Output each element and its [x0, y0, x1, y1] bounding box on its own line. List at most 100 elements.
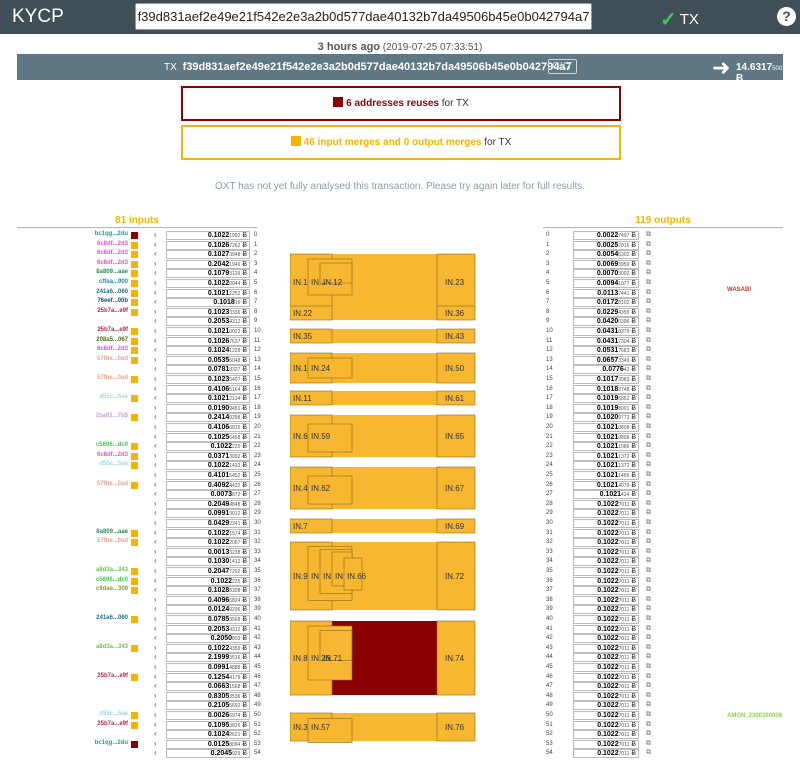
oxt-link-button[interactable]: OXT — [548, 59, 577, 74]
copy-icon[interactable]: ⧉ — [646, 452, 651, 460]
input-address[interactable]: 6c8df...2d3 — [16, 346, 128, 352]
input-address[interactable]: 241a6...060 — [16, 615, 128, 621]
chevron-left-icon[interactable]: ‹ — [154, 422, 157, 431]
input-address[interactable]: d55c...5ae — [16, 461, 128, 467]
chevron-left-icon[interactable]: ‹ — [154, 576, 157, 585]
copy-icon[interactable]: ⧉ — [646, 289, 651, 297]
brand-logo[interactable]: KYCP — [12, 6, 64, 28]
copy-icon[interactable]: ⧉ — [646, 605, 651, 613]
copy-icon[interactable]: ⧉ — [646, 730, 651, 738]
chevron-left-icon[interactable]: ‹ — [154, 316, 157, 325]
input-address[interactable]: 6c8df...2d3 — [16, 452, 128, 458]
copy-icon[interactable]: ⧉ — [646, 577, 651, 585]
input-address[interactable]: cffaa...900 — [16, 279, 128, 285]
chevron-left-icon[interactable]: ‹ — [154, 489, 157, 498]
flow-cluster[interactable]: IN.1 IN.3IN.12 IN.23 — [290, 253, 476, 311]
copy-icon[interactable]: ⧉ — [646, 519, 651, 527]
chevron-left-icon[interactable]: ‹ — [154, 412, 157, 421]
input-address[interactable]: 25b7a...e9f — [16, 327, 128, 333]
copy-icon[interactable]: ⧉ — [646, 673, 651, 681]
copy-icon[interactable]: ⧉ — [646, 663, 651, 671]
chevron-left-icon[interactable]: ‹ — [154, 595, 157, 604]
chevron-left-icon[interactable]: ‹ — [154, 672, 157, 681]
chevron-left-icon[interactable]: ‹ — [154, 326, 157, 335]
input-address[interactable]: 241a6...060 — [16, 289, 128, 295]
chevron-left-icon[interactable]: ‹ — [154, 720, 157, 729]
input-address[interactable]: 57fbe...0ad — [16, 538, 128, 544]
help-icon[interactable]: ? — [777, 7, 796, 26]
input-address[interactable]: bc1qg...2du — [16, 740, 128, 746]
copy-icon[interactable]: ⧉ — [646, 529, 651, 537]
chevron-left-icon[interactable]: ‹ — [154, 652, 157, 661]
copy-icon[interactable]: ⧉ — [646, 682, 651, 690]
copy-icon[interactable]: ⧉ — [646, 308, 651, 316]
flow-cluster[interactable]: IN.19IN.24 IN.50 — [290, 352, 476, 384]
flow-cluster[interactable]: IN.11 IN.61 — [290, 390, 476, 406]
input-address[interactable]: 6c8df...2d3 — [16, 241, 128, 247]
input-address[interactable]: 57fbe...0ad — [16, 481, 128, 487]
copy-icon[interactable]: ⧉ — [646, 596, 651, 604]
copy-icon[interactable]: ⧉ — [646, 490, 651, 498]
chevron-left-icon[interactable]: ‹ — [154, 700, 157, 709]
copy-icon[interactable]: ⧉ — [646, 250, 651, 258]
copy-icon[interactable]: ⧉ — [646, 548, 651, 556]
chevron-left-icon[interactable]: ‹ — [154, 518, 157, 527]
chevron-left-icon[interactable]: ‹ — [154, 297, 157, 306]
copy-icon[interactable]: ⧉ — [646, 653, 651, 661]
chevron-left-icon[interactable]: ‹ — [154, 259, 157, 268]
copy-icon[interactable]: ⧉ — [646, 625, 651, 633]
chevron-left-icon[interactable]: ‹ — [154, 432, 157, 441]
flow-cluster[interactable]: IN.30IN.57 IN.76 — [290, 712, 476, 743]
chevron-left-icon[interactable]: ‹ — [154, 451, 157, 460]
copy-icon[interactable]: ⧉ — [646, 538, 651, 546]
copy-icon[interactable]: ⧉ — [646, 423, 651, 431]
copy-icon[interactable]: ⧉ — [646, 711, 651, 719]
address-reuse-panel[interactable]: 6 addresses reuses for TX — [181, 86, 621, 121]
copy-icon[interactable]: ⧉ — [646, 481, 651, 489]
chevron-left-icon[interactable]: ‹ — [154, 268, 157, 277]
merge-panel[interactable]: 46 input merges and 0 output merges for … — [181, 125, 621, 160]
chevron-left-icon[interactable]: ‹ — [154, 403, 157, 412]
input-address[interactable]: d55c...5ae — [16, 394, 128, 400]
flow-cluster[interactable]: IN.9IN.10IN.13IN.14IN.66IN.72 — [290, 541, 476, 611]
flow-cluster[interactable]: IN.8 IN.26IN.71 IN.74 — [290, 620, 476, 696]
input-address[interactable]: 208a5...067 — [16, 337, 128, 343]
chevron-left-icon[interactable]: ‹ — [154, 374, 157, 383]
copy-icon[interactable]: ⧉ — [646, 241, 651, 249]
copy-icon[interactable]: ⧉ — [646, 394, 651, 402]
chevron-left-icon[interactable]: ‹ — [154, 681, 157, 690]
chevron-left-icon[interactable]: ‹ — [154, 739, 157, 748]
input-address[interactable]: 6c8df...2d3 — [16, 260, 128, 266]
copy-icon[interactable]: ⧉ — [646, 471, 651, 479]
flow-cluster[interactable]: IN.4 IN.62 IN.67 — [290, 466, 476, 510]
input-address[interactable]: bc1qg...2du — [16, 231, 128, 237]
chevron-left-icon[interactable]: ‹ — [154, 508, 157, 517]
copy-icon[interactable]: ⧉ — [646, 721, 651, 729]
copy-icon[interactable]: ⧉ — [646, 327, 651, 335]
chevron-left-icon[interactable]: ‹ — [154, 729, 157, 738]
input-address[interactable]: 8a809...aae — [16, 269, 128, 275]
input-address[interactable]: 57fbe...0ad — [16, 375, 128, 381]
input-address[interactable]: 8a809...aae — [16, 529, 128, 535]
flow-cluster[interactable]: IN.35 IN.43 — [290, 328, 476, 344]
chevron-left-icon[interactable]: ‹ — [154, 470, 157, 479]
chevron-left-icon[interactable]: ‹ — [154, 643, 157, 652]
copy-icon[interactable]: ⧉ — [646, 279, 651, 287]
copy-icon[interactable]: ⧉ — [646, 615, 651, 623]
copy-icon[interactable]: ⧉ — [646, 231, 651, 239]
copy-icon[interactable]: ⧉ — [646, 337, 651, 345]
copy-icon[interactable]: ⧉ — [646, 404, 651, 412]
chevron-left-icon[interactable]: ‹ — [154, 393, 157, 402]
copy-icon[interactable]: ⧉ — [646, 740, 651, 748]
copy-icon[interactable]: ⧉ — [646, 298, 651, 306]
chevron-left-icon[interactable]: ‹ — [154, 499, 157, 508]
input-address[interactable]: 25b7a...e9f — [16, 673, 128, 679]
copy-icon[interactable]: ⧉ — [646, 500, 651, 508]
input-address[interactable]: 57fbe...0ad — [16, 356, 128, 362]
copy-icon[interactable]: ⧉ — [646, 567, 651, 575]
chevron-left-icon[interactable]: ‹ — [154, 460, 157, 469]
chevron-left-icon[interactable]: ‹ — [154, 624, 157, 633]
chevron-left-icon[interactable]: ‹ — [154, 355, 157, 364]
input-address[interactable]: a8d3a...343 — [16, 567, 128, 573]
chevron-left-icon[interactable]: ‹ — [154, 710, 157, 719]
